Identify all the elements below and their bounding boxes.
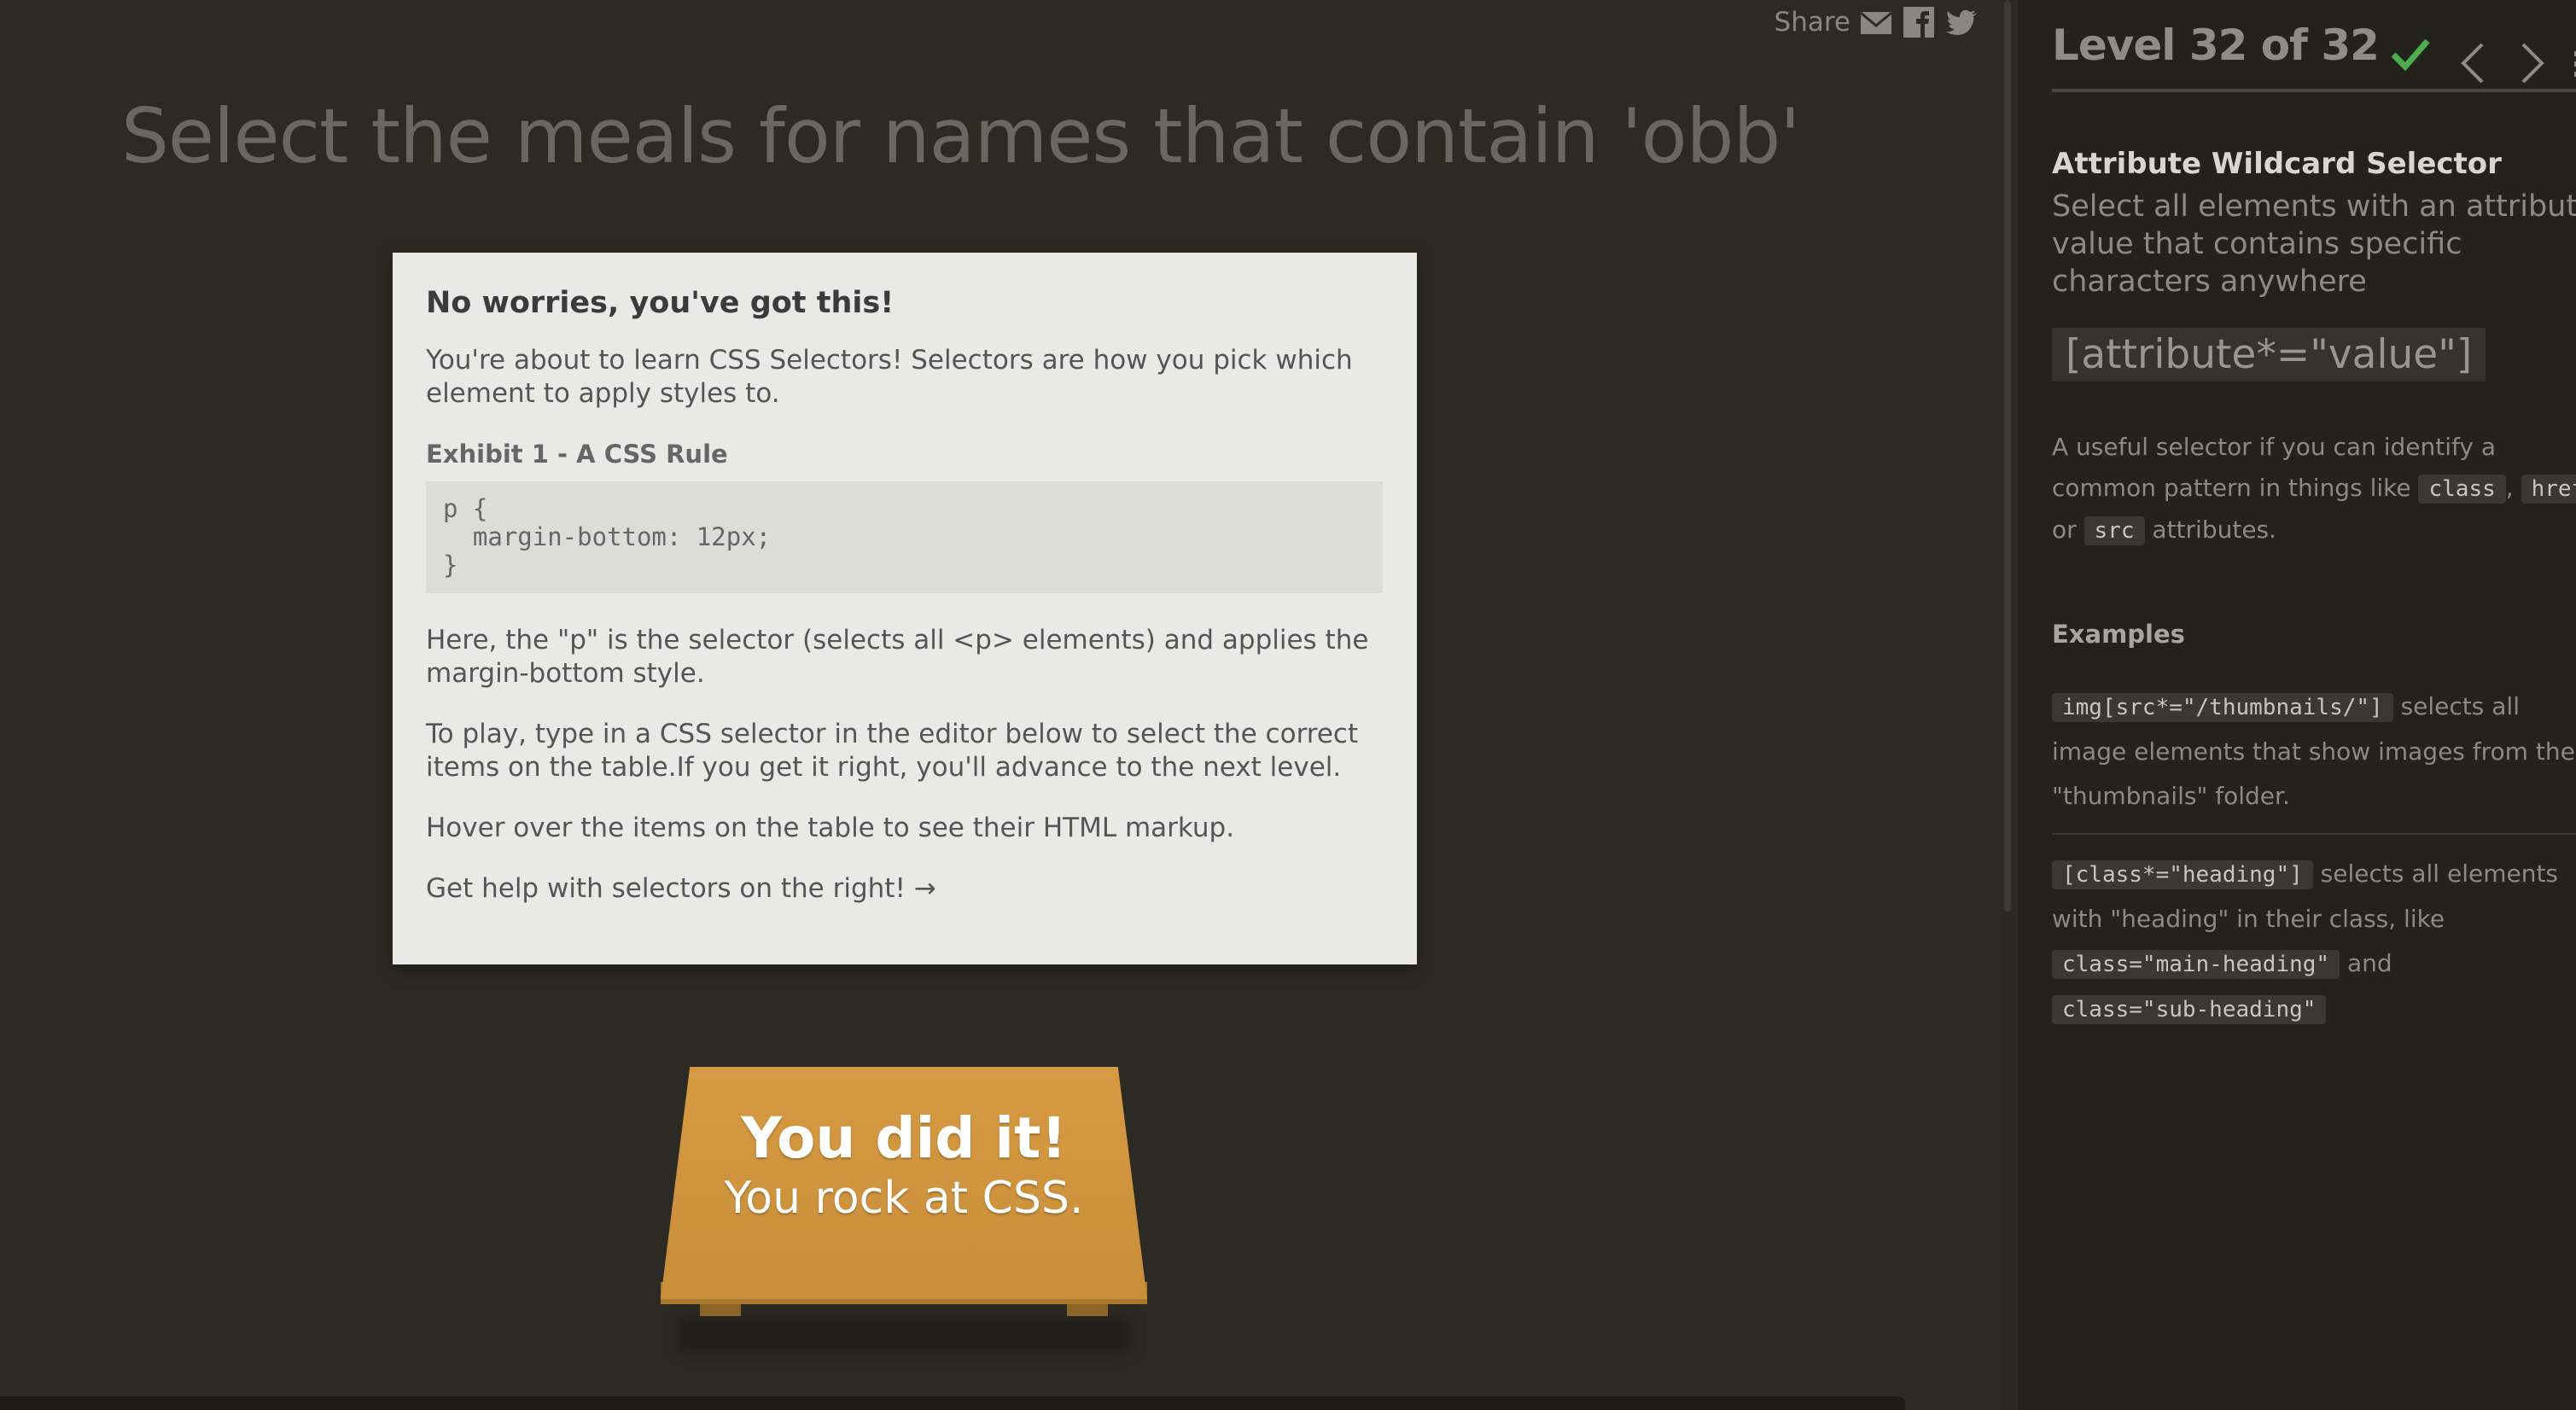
example-tag-sub-heading: class="sub-heading" [2052,995,2327,1024]
selector-hint: A useful selector if you can identify a … [2052,427,2576,551]
help-right: Get help with selectors on the right! → [426,873,936,904]
share-label: Share [1774,7,1850,38]
help-hover: Hover over the items on the table to see… [426,813,1235,843]
exhibit-code: p { margin-bottom: 12px; } [426,481,1383,593]
example-item: img[src*="/thumbnails/"] selects all ima… [2052,685,2576,819]
editor-bar [0,1396,1905,1410]
checkmark-icon [2390,38,2431,75]
hint-separator: , [2505,474,2521,502]
help-title: No worries, you've got this! [426,286,895,320]
example-text: and [2340,949,2392,977]
next-level-button[interactable] [2515,38,2549,92]
share-bar: Share [1775,5,1979,39]
table-shadow [678,1316,1130,1354]
hint-tag-class: class [2418,475,2506,504]
twitter-icon[interactable] [1944,5,1979,39]
level-indicator: Level 32 of 32 [2052,20,2380,70]
help-play: To play, type in a CSS selector in the e… [426,719,1359,783]
exhibit-title: Exhibit 1 - A CSS Rule [426,440,728,469]
selector-name: Attribute Wildcard Selector [2052,147,2502,181]
hint-separator: or [2052,516,2084,544]
example-code: img[src*="/thumbnails/"] [2052,693,2393,722]
scrollbar-thumb[interactable] [2004,0,2011,912]
level-header: Level 32 of 32 [2052,20,2576,92]
win-message: You did it! [741,1105,1067,1171]
example-code: [class*="heading"] [2052,860,2313,889]
selector-description: Select all elements with an attribute va… [2052,189,2576,299]
facebook-icon[interactable] [1902,5,1936,39]
examples-heading: Examples [2052,620,2185,649]
previous-level-button[interactable] [2457,38,2491,92]
sidebar: Level 32 of 32 Attribute Wildcard Select… [2018,0,2576,1410]
help-panel: No worries, you've got this! You're abou… [393,253,1417,964]
panel-divider[interactable] [2001,0,2018,1410]
menu-icon[interactable] [2573,38,2576,92]
example-item: [class*="heading"] selects all elements … [2052,852,2576,1032]
game-area: Share Select the meals for names that co… [0,0,2001,1410]
example-tag-main-heading: class="main-heading" [2052,950,2340,979]
hint-tag-src: src [2084,516,2145,545]
table-leg-right [1067,1304,1108,1316]
help-intro: You're about to learn CSS Selectors! Sel… [426,345,1353,409]
table-leg-left [700,1304,741,1316]
example-divider [2052,833,2576,835]
win-submessage: You rock at CSS. [724,1173,1084,1224]
hint-tag-href: href [2521,475,2576,504]
order-instruction: Select the meals for names that contain … [121,92,1800,180]
game-table: You did it! You rock at CSS. [661,1067,1147,1366]
selector-syntax: [attribute*="value"] [2052,328,2486,382]
email-icon[interactable] [1859,5,1893,39]
help-explain: Here, the "p" is the selector (selects a… [426,625,1369,689]
hint-text-end: attributes. [2144,516,2277,544]
table-surface: You did it! You rock at CSS. [661,1067,1147,1299]
